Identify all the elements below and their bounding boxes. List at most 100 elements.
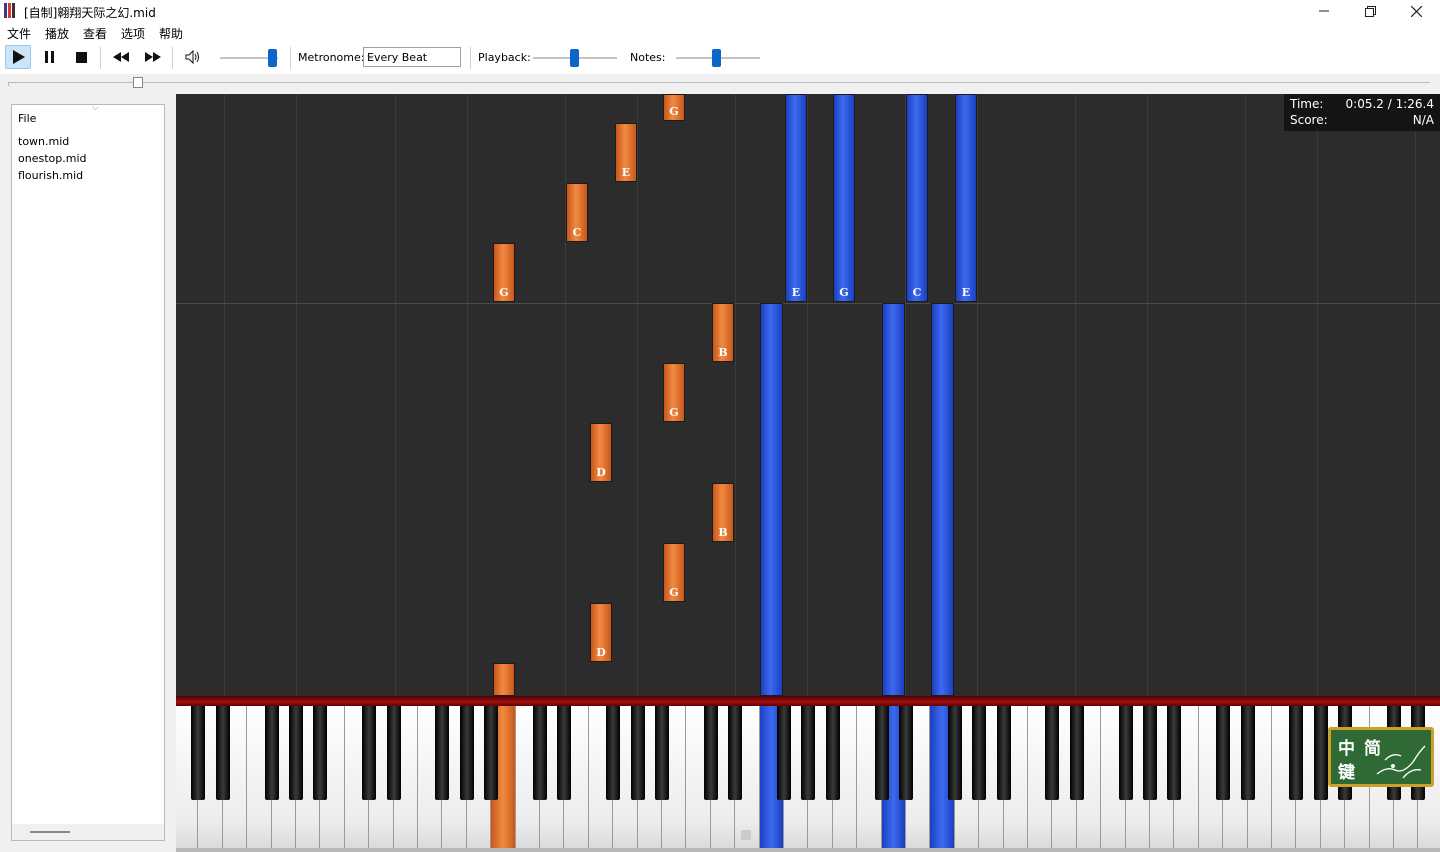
piano-black-key[interactable]: [1313, 706, 1328, 800]
piano-black-key[interactable]: [777, 706, 791, 800]
piano-black-key[interactable]: [947, 706, 962, 800]
badge-char: 中: [1338, 739, 1355, 759]
minimize-button[interactable]: [1301, 0, 1347, 22]
menu-help[interactable]: 帮助: [159, 25, 183, 42]
piano-black-key[interactable]: [972, 706, 987, 800]
piano-black-key[interactable]: [1289, 706, 1304, 800]
restore-button[interactable]: [1347, 0, 1393, 22]
falling-note: D: [590, 423, 612, 482]
file-item[interactable]: flourish.mid: [18, 168, 86, 185]
song-progress: [0, 74, 1440, 94]
restore-icon: [1364, 5, 1376, 17]
time-score-panel: Time: 0:05.2 / 1:26.4 Score: N/A: [1284, 94, 1440, 131]
menu-bar: 文件 播放 查看 选项 帮助: [0, 22, 1440, 42]
notes-label: Notes:: [630, 51, 666, 64]
play-icon: [13, 50, 25, 64]
menu-options[interactable]: 选项: [121, 25, 145, 42]
piano-black-key[interactable]: [289, 706, 303, 800]
piano-black-key[interactable]: [313, 706, 328, 800]
piano-black-key[interactable]: [996, 706, 1011, 800]
pause-icon: [45, 51, 54, 63]
playback-slider[interactable]: [570, 49, 579, 67]
minimize-icon: [1319, 10, 1329, 12]
keyboard-marker: [741, 830, 751, 840]
logo-badge: 中 简 键: [1328, 727, 1434, 787]
play-button[interactable]: [5, 45, 31, 69]
piano-black-key[interactable]: [1045, 706, 1060, 800]
piano-black-key[interactable]: [533, 706, 547, 800]
score-label: Score:: [1290, 113, 1328, 127]
note-label: D: [596, 466, 606, 479]
speaker-icon: [185, 50, 199, 64]
piano-black-key[interactable]: [630, 706, 645, 800]
piano-black-key[interactable]: [728, 706, 743, 800]
volume-slider[interactable]: [268, 49, 277, 67]
grid-line: [735, 94, 736, 696]
notes-slider[interactable]: [712, 49, 721, 67]
note-label: G: [669, 406, 679, 419]
grid-line: [1245, 94, 1246, 696]
piano-black-key[interactable]: [703, 706, 718, 800]
note-label: C: [572, 226, 582, 239]
piano-black-key[interactable]: [557, 706, 572, 800]
menu-file[interactable]: 文件: [7, 25, 31, 42]
piano-roll: G E C G B G D B G D E G C E: [176, 94, 1440, 696]
keyboard-bottom-edge: [176, 848, 1440, 852]
piano-black-key[interactable]: [874, 706, 889, 800]
falling-note: E: [785, 94, 807, 302]
close-icon: [1410, 5, 1422, 17]
piano-black-key[interactable]: [386, 706, 401, 800]
note-label: E: [621, 166, 631, 179]
piano-black-key[interactable]: [1118, 706, 1133, 800]
piano-black-key[interactable]: [1216, 706, 1231, 800]
grid-line: [637, 94, 638, 696]
note-label: E: [961, 286, 971, 299]
title-bar: [自制]翱翔天际之幻.mid: [0, 0, 1440, 22]
sidebar-header: File: [18, 112, 37, 125]
piano-black-key[interactable]: [362, 706, 377, 800]
piano-black-key[interactable]: [1167, 706, 1182, 800]
note-label: B: [718, 346, 728, 359]
note-label: E: [791, 286, 801, 299]
piano-black-key[interactable]: [1240, 706, 1255, 800]
menu-play[interactable]: 播放: [45, 25, 69, 42]
scrollbar-thumb[interactable]: [30, 831, 70, 833]
piano-black-key[interactable]: [899, 706, 913, 800]
piano-black-key[interactable]: [801, 706, 816, 800]
piano-black-key[interactable]: [215, 706, 230, 800]
grid-line: [1317, 94, 1318, 696]
piano-black-key[interactable]: [825, 706, 840, 800]
chevron-down-icon[interactable]: ⌵: [92, 103, 99, 113]
piano-black-key[interactable]: [484, 706, 499, 800]
menu-view[interactable]: 查看: [83, 25, 107, 42]
time-value: 0:05.2 / 1:26.4: [1345, 97, 1434, 111]
horizontal-scrollbar[interactable]: [12, 824, 164, 840]
pause-button[interactable]: [37, 45, 63, 69]
volume-button[interactable]: [180, 45, 206, 69]
file-item[interactable]: onestop.mid: [18, 151, 86, 168]
progress-slider[interactable]: [133, 77, 143, 88]
stop-button[interactable]: [69, 45, 95, 69]
piano-black-key[interactable]: [655, 706, 669, 800]
falling-note: D: [590, 603, 612, 662]
falling-note: G: [663, 543, 685, 602]
note-label: D: [596, 646, 606, 659]
piano-black-key[interactable]: [264, 706, 279, 800]
piano-black-key[interactable]: [1143, 706, 1157, 800]
grid-line: [296, 94, 297, 696]
fast-forward-button[interactable]: [140, 45, 166, 69]
piano-black-key[interactable]: [1069, 706, 1084, 800]
falling-note: [882, 303, 905, 696]
time-label: Time:: [1290, 97, 1324, 111]
piano-black-key[interactable]: [191, 706, 206, 800]
toolbar-separator: [290, 47, 291, 69]
metronome-select[interactable]: Every Beat ⌵: [363, 47, 461, 67]
piano-black-key[interactable]: [435, 706, 450, 800]
grid-line: [467, 94, 468, 696]
rewind-button[interactable]: [108, 45, 134, 69]
close-button[interactable]: [1393, 0, 1439, 22]
file-item[interactable]: town.mid: [18, 134, 86, 151]
falling-note: G: [833, 94, 855, 302]
piano-black-key[interactable]: [459, 706, 474, 800]
piano-black-key[interactable]: [606, 706, 621, 800]
